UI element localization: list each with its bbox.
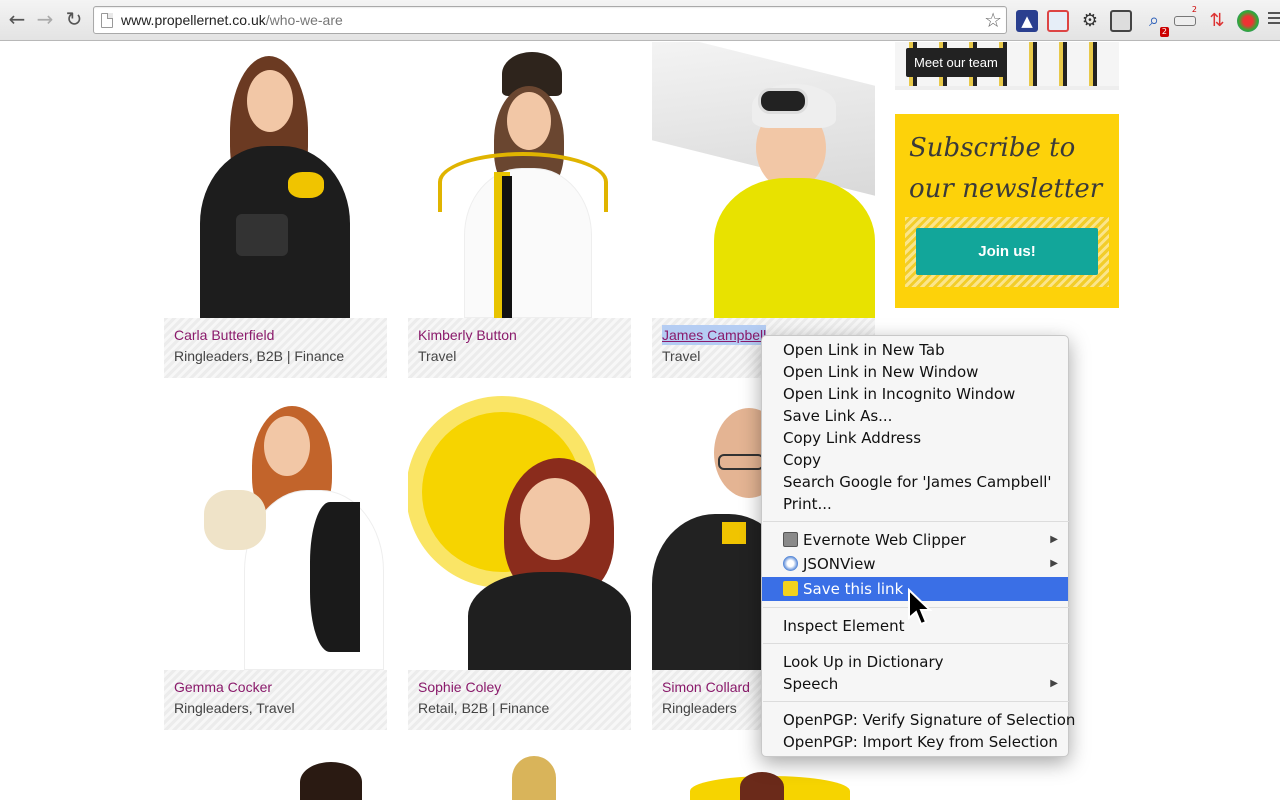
browser-toolbar: ← → ↻ www.propellernet.co.uk/who-we-are … xyxy=(0,0,1280,41)
notification-badge: 2 xyxy=(1159,27,1169,37)
menu-item-label: JSONView xyxy=(803,555,876,573)
newsletter-title: Subscribe to our newsletter xyxy=(909,133,1103,204)
settings-gear-icon[interactable]: ⚙ xyxy=(1079,10,1101,32)
person-caption: Sophie Coley Retail, B2B | Finance xyxy=(408,670,631,730)
updown-arrows-icon[interactable]: ⇅ xyxy=(1206,10,1228,32)
chrome-extension-icon[interactable] xyxy=(1237,10,1259,32)
person-photo xyxy=(652,42,875,318)
save-link-icon xyxy=(783,581,798,596)
person-name-link-selected[interactable]: James Campbell xyxy=(662,325,767,345)
menu-item-label: Save this link xyxy=(803,580,904,598)
menu-separator xyxy=(763,643,1069,644)
person-photo-partial xyxy=(300,762,362,800)
menu-item-print[interactable]: Print... xyxy=(762,493,1068,515)
menu-item-speech[interactable]: Speech ▶ xyxy=(762,673,1068,695)
url-host: www.propellernet.co.uk xyxy=(121,12,266,28)
newsletter-box: Subscribe to our newsletter Join us! xyxy=(895,114,1119,308)
evernote-icon xyxy=(783,532,798,547)
jsonview-icon xyxy=(783,556,798,571)
person-department: Ringleaders, Travel xyxy=(174,700,295,716)
join-button-frame: Join us! xyxy=(905,217,1109,287)
menu-separator xyxy=(763,521,1069,522)
bar-badge: 2 xyxy=(1191,5,1197,14)
person-caption: Gemma Cocker Ringleaders, Travel xyxy=(164,670,387,730)
back-arrow-icon[interactable]: ← xyxy=(6,8,28,30)
person-department: Travel xyxy=(418,348,457,364)
menu-item-evernote[interactable]: Evernote Web Clipper ▶ xyxy=(762,528,1068,552)
meet-our-team-tooltip: Meet our team xyxy=(906,48,1006,77)
browser-menu-icon[interactable] xyxy=(1268,12,1280,27)
menu-item-search-google[interactable]: Search Google for 'James Campbell' xyxy=(762,471,1068,493)
url-text: www.propellernet.co.uk/who-we-are xyxy=(121,12,343,28)
bar-extension-icon[interactable]: 2 xyxy=(1174,5,1197,26)
person-department: Ringleaders, B2B | Finance xyxy=(174,348,345,364)
forward-arrow-icon[interactable]: → xyxy=(34,8,56,30)
person-photo xyxy=(408,394,631,670)
menu-item-openpgp-import[interactable]: OpenPGP: Import Key from Selection xyxy=(762,731,1068,753)
screenshot-extension-icon[interactable] xyxy=(1110,10,1132,32)
bookmark-star-icon[interactable]: ☆ xyxy=(984,8,1002,32)
person-department: Retail, B2B | Finance xyxy=(418,700,550,716)
person-photo xyxy=(164,394,387,670)
person-name-link[interactable]: Carla Butterfield xyxy=(174,325,274,345)
menu-item-label: Evernote Web Clipper xyxy=(803,531,966,549)
person-name-link[interactable]: Sophie Coley xyxy=(418,677,501,697)
page-icon xyxy=(101,13,113,28)
person-photo xyxy=(164,42,387,318)
menu-item-open-new-window[interactable]: Open Link in New Window xyxy=(762,361,1068,383)
person-caption: Carla Butterfield Ringleaders, B2B | Fin… xyxy=(164,318,387,378)
gear-extension-icon[interactable] xyxy=(1047,10,1069,32)
page-content: Carla Butterfield Ringleaders, B2B | Fin… xyxy=(0,42,1280,800)
person-photo-partial xyxy=(512,756,556,800)
person-caption: Kimberly Button Travel xyxy=(408,318,631,378)
submenu-arrow-icon: ▶ xyxy=(1050,678,1058,689)
menu-item-copy[interactable]: Copy xyxy=(762,449,1068,471)
menu-item-open-new-tab[interactable]: Open Link in New Tab xyxy=(762,339,1068,361)
menu-item-openpgp-verify[interactable]: OpenPGP: Verify Signature of Selection xyxy=(762,709,1075,731)
address-bar[interactable]: www.propellernet.co.uk/who-we-are ☆ xyxy=(93,6,1007,34)
menu-item-label: Speech xyxy=(783,675,839,693)
menu-item-look-up-dictionary[interactable]: Look Up in Dictionary xyxy=(762,651,1068,673)
submenu-arrow-icon: ▶ xyxy=(1050,534,1058,545)
reload-icon[interactable]: ↻ xyxy=(63,8,85,30)
menu-separator xyxy=(763,701,1069,702)
menu-item-open-incognito[interactable]: Open Link in Incognito Window xyxy=(762,383,1068,405)
person-name-link[interactable]: Kimberly Button xyxy=(418,325,517,345)
menu-item-save-link-as[interactable]: Save Link As... xyxy=(762,405,1068,427)
join-us-button[interactable]: Join us! xyxy=(916,228,1098,275)
person-photo xyxy=(408,42,631,318)
zoom-extension-icon[interactable]: ⌕ 2 xyxy=(1143,10,1169,37)
evernote-extension-icon[interactable]: ▲ xyxy=(1016,10,1038,32)
context-menu: Open Link in New Tab Open Link in New Wi… xyxy=(761,335,1075,757)
url-path: /who-we-are xyxy=(265,12,343,28)
person-name-link[interactable]: Simon Collard xyxy=(662,677,750,697)
menu-item-jsonview[interactable]: JSONView ▶ xyxy=(762,552,1068,576)
menu-item-copy-link-address[interactable]: Copy Link Address xyxy=(762,427,1068,449)
submenu-arrow-icon: ▶ xyxy=(1050,558,1058,569)
person-name-link[interactable]: Gemma Cocker xyxy=(174,677,272,697)
person-photo-partial xyxy=(740,772,784,800)
